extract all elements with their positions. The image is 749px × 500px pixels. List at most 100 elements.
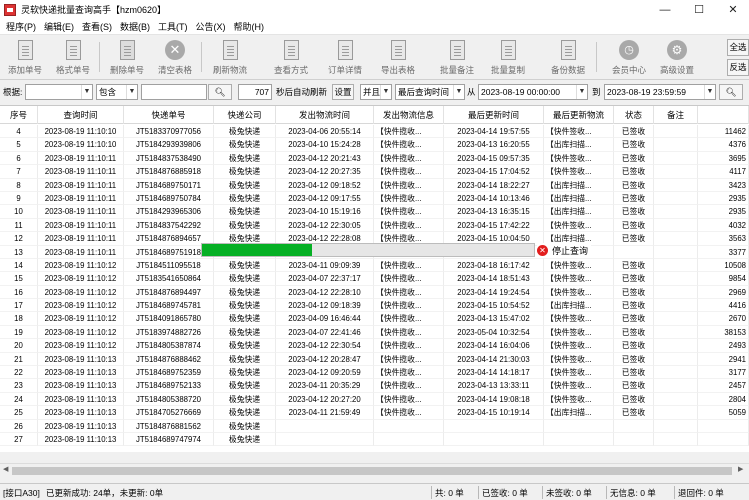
table-cell: 2023-04-15 10:54:52	[444, 299, 544, 313]
menu-notice[interactable]: 公告(X)	[192, 19, 230, 35]
table-row[interactable]: 25 2023-08-19 11:10:13 JT5184705276669 极兔快递…	[0, 406, 749, 420]
table-row[interactable]: 27 2023-08-19 11:10:13 JT5184689747974 极兔快递	[0, 432, 749, 447]
add-number-button[interactable]: 添加单号	[0, 38, 50, 78]
table-row[interactable]: 14 2023-08-19 11:10:12 JT5184511095518 极兔快递…	[0, 258, 749, 273]
table-row[interactable]: 26 2023-08-19 11:10:13 JT5184876881562 极兔快递	[0, 419, 749, 433]
member-center-button[interactable]: ◷ 会员中心	[604, 38, 654, 78]
menu-edit[interactable]: 编辑(E)	[40, 19, 78, 35]
batch-copy-button[interactable]: 批量复制	[483, 38, 533, 78]
minimize-button[interactable]: —	[650, 0, 680, 19]
table-cell: 2023-05-04 10:32:54	[444, 325, 544, 340]
view-mode-button[interactable]: 查看方式	[266, 38, 316, 78]
table-row[interactable]: 24 2023-08-19 11:10:13 JT5184805388720 极兔快递…	[0, 392, 749, 407]
menu-data[interactable]: 数据(B)	[116, 19, 154, 35]
table-row[interactable]: 10 2023-08-19 11:10:11 JT5184293965306 极兔快递…	[0, 205, 749, 219]
menu-tools[interactable]: 工具(T)	[154, 19, 192, 35]
table-row[interactable]: 16 2023-08-19 11:10:12 JT5184876894497 极兔快递…	[0, 285, 749, 300]
clear-table-button[interactable]: ✕ 清空表格	[150, 38, 200, 78]
to-date-picker[interactable]: 2023-08-19 23:59:59 ▼	[604, 84, 716, 100]
table-row[interactable]: 15 2023-08-19 11:10:12 JT5183541650864 极兔快递…	[0, 272, 749, 286]
table-row[interactable]: 23 2023-08-19 11:10:13 JT5184689752133 极兔快递…	[0, 379, 749, 393]
menu-view[interactable]: 查看(S)	[78, 19, 116, 35]
logic-select[interactable]: 并且 ▼	[360, 84, 392, 100]
table-cell: 2023-08-19 11:10:11	[38, 165, 124, 179]
delete-number-button[interactable]: 删除单号	[102, 38, 152, 78]
date-query-button[interactable]: 🔍︎	[719, 84, 743, 100]
export-table-button[interactable]: 导出表格	[373, 38, 423, 78]
close-button[interactable]: ✕	[718, 0, 748, 19]
table-cell: 【快件揽收...	[374, 191, 444, 206]
column-header[interactable]: 快递公司	[214, 106, 276, 124]
invert-selection-button[interactable]: 反选	[727, 59, 749, 76]
format-number-button[interactable]: 格式单号	[48, 38, 98, 78]
search-input[interactable]	[141, 84, 207, 100]
column-header[interactable]: 查询时间	[38, 106, 124, 124]
table-row[interactable]: 11 2023-08-19 11:10:11 JT5184837542292 极兔快递…	[0, 218, 749, 233]
order-details-button[interactable]: 订单详情	[320, 38, 370, 78]
table-row[interactable]: 5 2023-08-19 11:10:10 JT5184293939806 极兔快递 2…	[0, 138, 749, 152]
column-header[interactable]: 发出物流时间	[276, 106, 374, 124]
table-cell: 已签收	[614, 218, 654, 233]
column-header[interactable]	[698, 106, 749, 124]
table-row[interactable]: 20 2023-08-19 11:10:12 JT5184805387874 极兔快递…	[0, 339, 749, 353]
table-row[interactable]: 7 2023-08-19 11:10:11 JT5184876885918 极兔快递 2…	[0, 165, 749, 179]
menu-program[interactable]: 程序(P)	[2, 19, 40, 35]
table-cell: JT5184876885918	[124, 165, 214, 179]
table-cell: 3695	[698, 151, 749, 166]
table-row[interactable]: 9 2023-08-19 11:10:11 JT5184689750784 极兔快递 2…	[0, 191, 749, 206]
refresh-logistics-button[interactable]: 刷新物流	[205, 38, 255, 78]
table-cell: 已签收	[614, 138, 654, 152]
order-details-label: 订单详情	[327, 65, 362, 75]
table-cell: 【快件揽收...	[374, 258, 444, 273]
document-icon	[219, 38, 241, 62]
table-row[interactable]: 8 2023-08-19 11:10:11 JT5184689750171 极兔快递 2…	[0, 178, 749, 192]
table-cell: 2023-04-14 19:24:54	[444, 285, 544, 300]
table-row[interactable]: 6 2023-08-19 11:10:11 JT5184837538490 极兔快递 2…	[0, 151, 749, 166]
column-header[interactable]: 最后更新时间	[444, 106, 544, 124]
column-header[interactable]: 最后更新物流	[544, 106, 614, 124]
scrollbar-thumb[interactable]	[12, 467, 732, 475]
column-header[interactable]: 序号	[0, 106, 38, 124]
table-cell: 已签收	[614, 379, 654, 393]
table-row[interactable]: 19 2023-08-19 11:10:12 JT5183974882726 极兔快递…	[0, 325, 749, 340]
backup-data-button[interactable]: 备份数据	[543, 38, 593, 78]
table-cell: 2023-04-15 09:57:35	[444, 151, 544, 166]
table-row[interactable]: 4 2023-08-19 11:10:10 JT5183370977056 极兔快递 2…	[0, 125, 749, 139]
table-cell: 极兔快递	[214, 406, 276, 420]
field-select[interactable]: ▼	[25, 84, 93, 100]
table-row[interactable]: 18 2023-08-19 11:10:12 JT5184091865780 极兔快递…	[0, 312, 749, 326]
table-cell	[654, 379, 698, 393]
match-select[interactable]: 包含 ▼	[96, 84, 138, 100]
settings-button[interactable]: 设置	[332, 84, 354, 100]
date-field-select[interactable]: 最后查询时间 ▼	[395, 84, 465, 100]
table-row[interactable]: 22 2023-08-19 11:10:13 JT5184689752359 极兔快递…	[0, 366, 749, 380]
column-header[interactable]: 状态	[614, 106, 654, 124]
advanced-settings-button[interactable]: ⚙ 高级设置	[652, 38, 702, 78]
refresh-interval-input[interactable]: 707	[238, 84, 272, 100]
search-button[interactable]: 🔍︎	[208, 84, 232, 100]
column-header[interactable]: 发出物流信息	[374, 106, 444, 124]
table-cell: 26	[0, 419, 38, 433]
scroll-left-icon[interactable]: ◀	[3, 465, 8, 473]
select-all-button[interactable]: 全选	[727, 39, 749, 56]
batch-remark-button[interactable]: 批量备注	[432, 38, 482, 78]
table-cell: 5059	[698, 406, 749, 420]
scroll-right-icon[interactable]: ▶	[738, 465, 743, 473]
column-header[interactable]: 备注	[654, 106, 698, 124]
table-row[interactable]: 17 2023-08-19 11:10:12 JT5184689745781 极兔快递…	[0, 299, 749, 313]
results-table[interactable]: 序号 查询时间 快递单号 快递公司 发出物流时间 发出物流信息 最后更新时间 最后更新物流 状态…	[0, 105, 749, 452]
menu-help[interactable]: 帮助(H)	[230, 19, 269, 35]
table-cell: 2023-04-07 22:37:17	[276, 272, 374, 286]
stop-query-button[interactable]: ✕ 停止查询	[537, 243, 592, 258]
from-date-picker[interactable]: 2023-08-19 00:00:00 ▼	[478, 84, 588, 100]
table-cell: 已签收	[614, 325, 654, 340]
table-cell	[614, 432, 654, 447]
table-cell: 9	[0, 191, 38, 206]
table-cell: 极兔快递	[214, 325, 276, 340]
table-cell: 【出库扫描...	[544, 178, 614, 192]
table-row[interactable]: 21 2023-08-19 11:10:13 JT5184876888462 极兔快递…	[0, 352, 749, 367]
column-header[interactable]: 快递单号	[124, 106, 214, 124]
title-bar: 灵软快递批量查询高手【hzm0620】 — ☐ ✕	[0, 0, 749, 19]
horizontal-scrollbar[interactable]: ◀ ▶	[0, 463, 749, 477]
maximize-button[interactable]: ☐	[684, 0, 714, 19]
